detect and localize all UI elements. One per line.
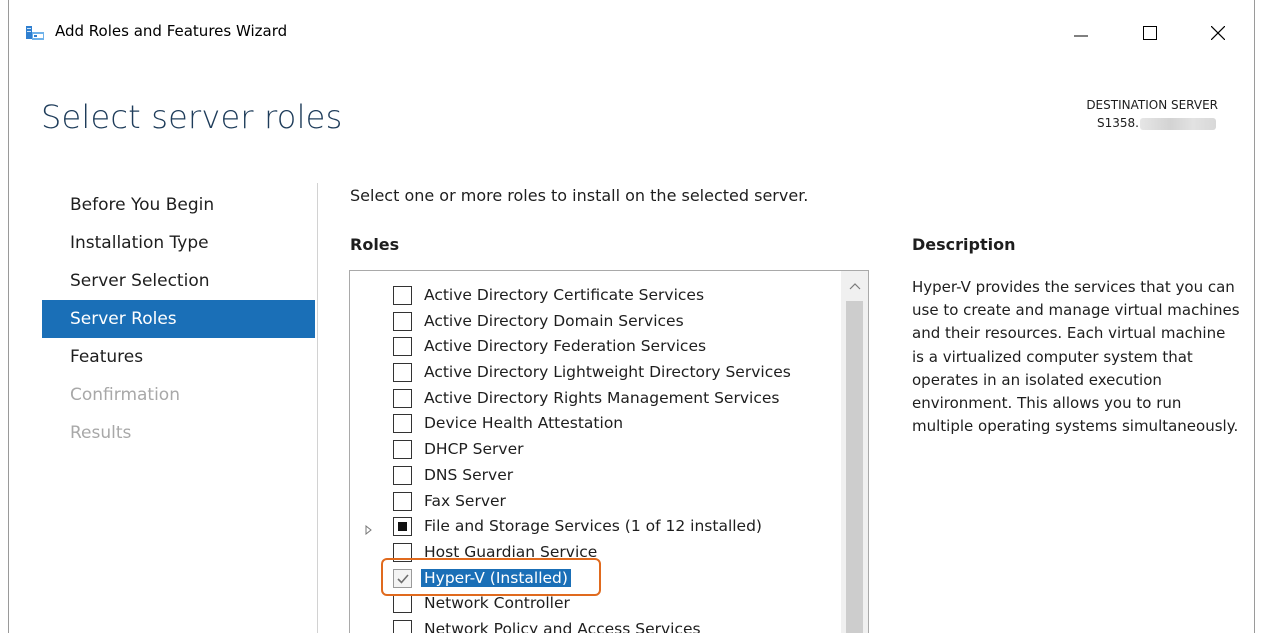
scroll-up-button[interactable] bbox=[841, 271, 868, 301]
roles-header: Roles bbox=[350, 235, 400, 254]
close-icon bbox=[1211, 26, 1225, 40]
minimize-icon bbox=[1074, 35, 1088, 37]
role-label: Fax Server bbox=[424, 491, 506, 510]
destination-server: DESTINATION SERVER S1358. bbox=[1086, 98, 1218, 130]
role-checkbox bbox=[393, 568, 412, 588]
vertical-scrollbar[interactable] bbox=[841, 271, 868, 633]
role-checkbox[interactable] bbox=[393, 337, 412, 357]
role-label: Active Directory Lightweight Directory S… bbox=[424, 363, 791, 382]
role-label: Active Directory Federation Services bbox=[424, 337, 707, 356]
role-item[interactable]: DHCP Server bbox=[350, 437, 840, 463]
nav-item-features[interactable]: Features bbox=[42, 338, 315, 376]
role-item[interactable]: Hyper-V (Installed) bbox=[350, 566, 840, 592]
roles-list[interactable]: Active Directory Certificate Services Act… bbox=[349, 270, 869, 633]
title-bar: Add Roles and Features Wizard bbox=[9, 0, 1254, 66]
server-manager-icon bbox=[25, 24, 45, 42]
chevron-up-icon bbox=[849, 283, 860, 290]
role-checkbox[interactable] bbox=[393, 542, 412, 562]
maximize-button[interactable] bbox=[1127, 13, 1173, 53]
destination-server-label: DESTINATION SERVER bbox=[1086, 98, 1218, 112]
role-label: File and Storage Services (1 of 12 insta… bbox=[424, 517, 762, 536]
role-label: Network Controller bbox=[424, 594, 570, 613]
role-item[interactable]: Active Directory Domain Services bbox=[350, 309, 840, 335]
redacted-text bbox=[1140, 117, 1216, 130]
role-item[interactable]: DNS Server bbox=[350, 463, 840, 489]
window-title: Add Roles and Features Wizard bbox=[55, 22, 288, 40]
nav-item-server-selection[interactable]: Server Selection bbox=[42, 262, 315, 300]
server-name-text: S1358. bbox=[1097, 116, 1139, 130]
role-item[interactable]: Active Directory Rights Management Servi… bbox=[350, 386, 840, 412]
role-label: Network Policy and Access Services bbox=[424, 619, 701, 633]
role-checkbox[interactable] bbox=[393, 286, 412, 305]
expand-arrow-icon[interactable] bbox=[365, 520, 373, 539]
scrollbar-thumb[interactable] bbox=[846, 301, 863, 633]
destination-server-name: S1358. bbox=[1086, 116, 1218, 130]
role-item[interactable]: Network Controller bbox=[350, 591, 840, 617]
nav-item-server-roles[interactable]: Server Roles bbox=[42, 300, 315, 338]
description-text: Hyper-V provides the services that you c… bbox=[912, 278, 1240, 436]
role-label: Host Guardian Service bbox=[424, 542, 598, 561]
role-label: DNS Server bbox=[424, 465, 514, 484]
role-checkbox[interactable] bbox=[393, 594, 412, 614]
nav-item-installation-type[interactable]: Installation Type bbox=[42, 224, 315, 262]
role-label: Active Directory Certificate Services bbox=[424, 286, 705, 304]
role-item[interactable]: Active Directory Certificate Services bbox=[350, 283, 840, 309]
minimize-button[interactable] bbox=[1058, 13, 1104, 53]
role-item[interactable]: File and Storage Services (1 of 12 insta… bbox=[350, 514, 840, 540]
role-checkbox[interactable] bbox=[393, 491, 412, 511]
role-checkbox[interactable] bbox=[393, 619, 412, 633]
role-label: Device Health Attestation bbox=[424, 414, 624, 433]
role-item[interactable]: Network Policy and Access Services bbox=[350, 617, 840, 633]
role-checkbox[interactable] bbox=[393, 517, 412, 537]
wizard-navigation: Before You Begin Installation Type Server … bbox=[42, 186, 315, 452]
role-item[interactable]: Device Health Attestation bbox=[350, 411, 840, 437]
nav-item-confirmation: Confirmation bbox=[70, 385, 180, 405]
role-label: Hyper-V (Installed) bbox=[421, 568, 571, 587]
wizard-window: Add Roles and Features Wizard Select ser… bbox=[8, 0, 1255, 633]
role-label: DHCP Server bbox=[424, 440, 524, 459]
instruction-text: Select one or more roles to install on t… bbox=[350, 186, 809, 205]
role-label: Active Directory Rights Management Servi… bbox=[424, 388, 780, 407]
role-checkbox[interactable] bbox=[393, 440, 412, 460]
role-item[interactable]: Active Directory Lightweight Directory S… bbox=[350, 360, 840, 386]
role-checkbox[interactable] bbox=[393, 311, 412, 331]
role-item[interactable]: Fax Server bbox=[350, 489, 840, 515]
maximize-icon bbox=[1143, 26, 1157, 40]
role-checkbox[interactable] bbox=[393, 363, 412, 383]
role-checkbox[interactable] bbox=[393, 388, 412, 408]
description-header: Description bbox=[912, 235, 1016, 254]
page-title: Select server roles bbox=[41, 98, 343, 136]
nav-item-results: Results bbox=[70, 423, 132, 443]
role-checkbox[interactable] bbox=[393, 465, 412, 485]
role-item[interactable]: Host Guardian Service bbox=[350, 540, 840, 566]
divider bbox=[317, 183, 318, 633]
close-button[interactable] bbox=[1195, 13, 1241, 53]
role-item[interactable]: Active Directory Federation Services bbox=[350, 334, 840, 360]
role-checkbox[interactable] bbox=[393, 414, 412, 434]
nav-item-before-you-begin[interactable]: Before You Begin bbox=[42, 186, 315, 224]
role-label: Active Directory Domain Services bbox=[424, 311, 684, 330]
